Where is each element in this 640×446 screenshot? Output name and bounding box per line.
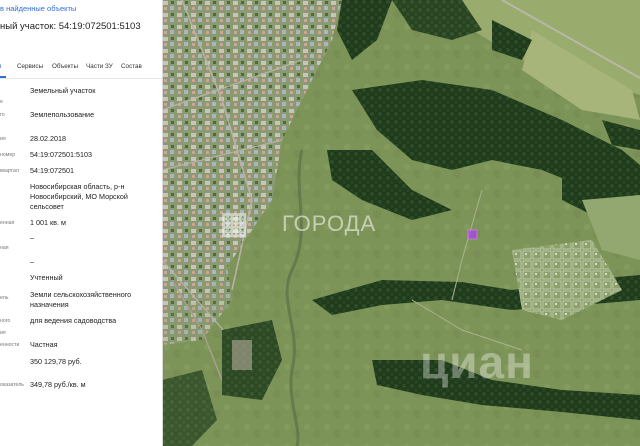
tab-objects[interactable]: Объекты [52,63,78,70]
info-panel: в найденные объекты ный участок: 54:19:0… [0,0,163,446]
highlighted-parcel[interactable] [467,229,478,240]
satellite-map[interactable]: ▦ ГОРОДА циан [162,0,640,446]
parcel-title: ный участок: 54:19:072501:5103 [0,21,141,32]
tab-info[interactable]: я [0,63,1,70]
tab-parts[interactable]: Части ЗУ [86,63,113,70]
tab-composition[interactable]: Состав [121,63,142,70]
watermark-gorod: ГОРОДА [282,211,377,236]
tabs-divider [0,78,162,79]
watermark-logo: ▦ [220,207,250,240]
tab-services[interactable]: Сервисы [17,63,43,70]
back-to-results-link[interactable]: в найденные объекты [0,4,76,13]
watermark-cian: циан [420,336,534,388]
